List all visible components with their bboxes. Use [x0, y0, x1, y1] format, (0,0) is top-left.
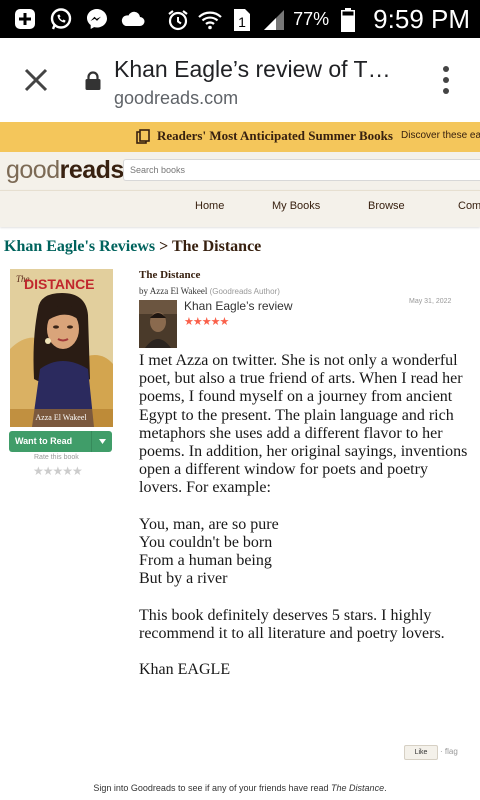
status-bar: 1 77% 9:59 PM: [0, 0, 480, 38]
nav-my-books[interactable]: My Books: [272, 200, 320, 212]
cover-author: Azza El Wakeel: [35, 413, 87, 422]
battery-icon: [335, 7, 361, 33]
goodreads-logo[interactable]: goodreads: [6, 156, 124, 185]
like-button[interactable]: Like: [404, 745, 438, 760]
battery-percent: 77%: [293, 9, 330, 29]
signin-prompt[interactable]: Sign into Goodreads to see if any of you…: [0, 783, 480, 793]
logo-good: good: [6, 156, 60, 184]
logo-reads: reads: [59, 156, 125, 184]
plus-box-icon: [12, 6, 38, 32]
rate-stars[interactable]: ★★★★★: [33, 464, 83, 478]
book-cover[interactable]: The DISTANCE Azza El Wakeel: [10, 269, 113, 427]
flag-link[interactable]: · flag: [440, 747, 458, 756]
reviewer-avatar[interactable]: [139, 300, 177, 348]
review-text: I met Azza on twitter. She is not only a…: [139, 352, 475, 680]
rate-this-book-label: Rate this book: [34, 454, 79, 461]
close-icon[interactable]: [22, 66, 50, 94]
books-icon: [136, 129, 150, 149]
breadcrumb: Khan Eagle's Reviews > The Distance: [4, 238, 261, 256]
author-link[interactable]: Azza El Wakeel: [150, 286, 208, 296]
site-header: goodreads Search books: [0, 152, 480, 190]
review-signature: Khan EAGLE: [139, 661, 231, 679]
page-title[interactable]: Khan Eagle’s review of T…: [114, 56, 404, 83]
breadcrumb-reviews-link[interactable]: Khan Eagle's Reviews: [4, 238, 155, 255]
want-to-read-label: Want to Read: [15, 436, 73, 446]
review-paragraph: This book definitely deserves 5 stars. I…: [139, 606, 445, 643]
nav-community[interactable]: Com: [458, 200, 480, 212]
lock-icon: [84, 71, 102, 96]
poem-line: You couldn't be born: [139, 534, 273, 552]
sim-icon: 1: [229, 7, 255, 33]
poem-line: You, man, are so pure: [139, 515, 279, 533]
more-vert-icon[interactable]: [436, 64, 456, 96]
cover-title: DISTANCE: [24, 276, 95, 292]
clock: 9:59 PM: [373, 4, 470, 34]
breadcrumb-book[interactable]: The Distance: [172, 238, 261, 255]
url-domain[interactable]: goodreads.com: [114, 88, 238, 109]
banner-subtitle[interactable]: Discover these ea: [401, 130, 480, 141]
banner-title[interactable]: Readers' Most Anticipated Summer Books: [157, 128, 393, 144]
wifi-icon: [197, 7, 223, 33]
messenger-icon: [84, 6, 110, 32]
signin-book-title: The Distance: [331, 783, 385, 793]
signal-icon: [261, 7, 287, 33]
review-rating-stars: ★★★★★: [184, 316, 229, 328]
want-to-read-button[interactable]: Want to Read: [9, 431, 112, 452]
reviewer-name[interactable]: Khan Eagle’s review: [184, 299, 293, 313]
promo-banner[interactable]: Readers' Most Anticipated Summer Books D…: [0, 122, 480, 152]
signin-text: Sign into Goodreads to see if any of you…: [93, 783, 332, 793]
review-byline: by Azza El Wakeel (Goodreads Author): [139, 286, 280, 296]
browser-toolbar: Khan Eagle’s review of T… goodreads.com: [0, 38, 480, 123]
review-book-title[interactable]: The Distance: [139, 269, 200, 281]
shelf-dropdown-icon[interactable]: [91, 431, 112, 452]
search-input[interactable]: Search books: [123, 159, 480, 181]
nav-browse[interactable]: Browse: [368, 200, 405, 212]
cloud-icon: [120, 6, 146, 32]
review-date[interactable]: May 31, 2022: [409, 298, 451, 305]
review-paragraph: I met Azza on twitter. She is not only a…: [139, 352, 468, 497]
alarm-icon: [165, 7, 191, 33]
poem-line: From a human being: [139, 552, 272, 570]
author-badge: (Goodreads Author): [209, 287, 280, 296]
signin-suffix: .: [384, 783, 387, 793]
whatsapp-icon: [48, 6, 74, 32]
breadcrumb-separator: >: [155, 238, 172, 255]
site-nav: Home My Books Browse Com: [0, 190, 480, 227]
by-label: by: [139, 286, 148, 296]
svg-text:1: 1: [238, 14, 246, 30]
poem-line: But by a river: [139, 570, 228, 588]
nav-home[interactable]: Home: [195, 200, 224, 212]
